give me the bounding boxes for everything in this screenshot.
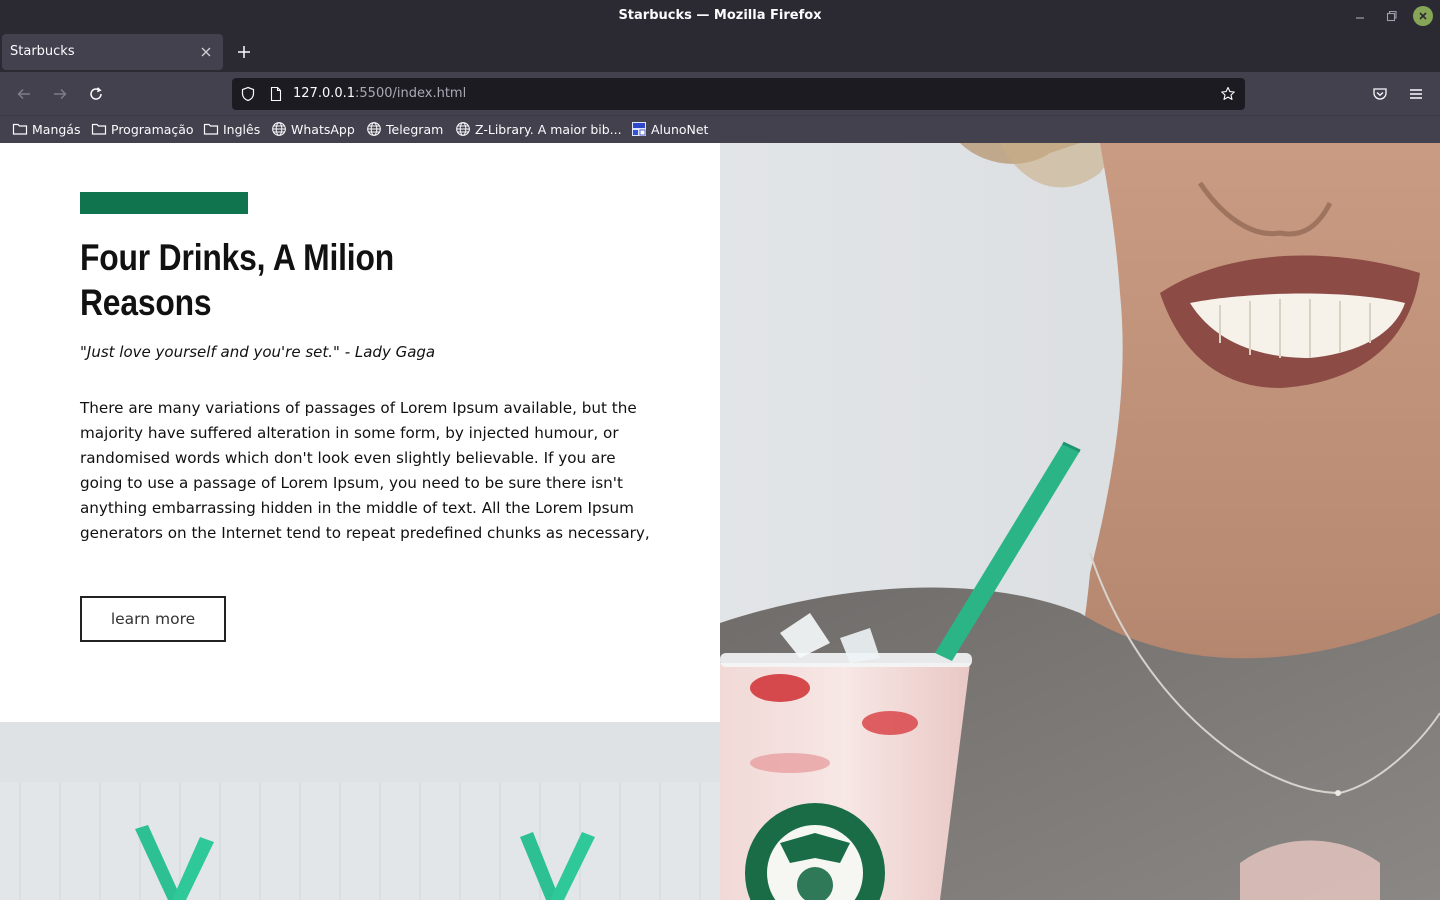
hero-photo-woman-drink xyxy=(720,143,1440,900)
pocket-button[interactable] xyxy=(1370,84,1390,104)
hero-quote: "Just love yourself and you're set." - L… xyxy=(80,343,436,361)
hero-headline: Four Drinks, A Milion Reasons xyxy=(80,235,424,325)
forward-button[interactable] xyxy=(50,84,70,104)
bookmark-star-icon[interactable] xyxy=(1220,86,1236,102)
hero-text-section: Four Drinks, A Milion Reasons "Just love… xyxy=(0,143,720,722)
plus-icon xyxy=(238,46,250,58)
url-path: :5500/index.html xyxy=(355,86,467,101)
shield-icon[interactable] xyxy=(240,86,256,102)
hamburger-menu-icon xyxy=(1410,89,1422,99)
bookmark-whatsapp[interactable]: WhatsApp xyxy=(271,116,355,142)
bookmark-label: Mangás xyxy=(32,121,81,137)
tab-label: Starbucks xyxy=(10,44,75,59)
alunonet-favicon xyxy=(632,122,646,136)
close-icon xyxy=(1419,12,1427,20)
folder-icon xyxy=(91,123,107,135)
bookmark-telegram[interactable]: Telegram xyxy=(366,116,443,142)
folder-icon xyxy=(203,123,219,135)
page-viewport: Four Drinks, A Milion Reasons "Just love… xyxy=(0,143,1440,900)
maximize-button[interactable] xyxy=(1381,6,1401,26)
close-circle xyxy=(1413,6,1433,26)
bookmark-label: Programação xyxy=(111,121,194,137)
reload-button[interactable] xyxy=(86,84,106,104)
url-host: 127.0.0.1 xyxy=(293,86,356,101)
back-arrow-icon xyxy=(17,88,30,100)
bookmark-label: AlunoNet xyxy=(651,121,709,137)
restore-icon xyxy=(1386,10,1397,22)
bookmark-label: WhatsApp xyxy=(291,121,355,137)
window-titlebar: Starbucks — Mozilla Firefox xyxy=(0,0,1440,32)
headline-line-2: Reasons xyxy=(80,282,212,323)
folder-icon xyxy=(12,123,28,135)
tab-starbucks[interactable]: Starbucks xyxy=(2,34,223,70)
accent-bar xyxy=(80,192,248,214)
drinks-photo xyxy=(0,722,720,900)
learn-more-button[interactable]: learn more xyxy=(80,596,226,642)
drinks-straws-illustration xyxy=(0,722,720,900)
window-title: Starbucks — Mozilla Firefox xyxy=(618,8,822,23)
new-tab-button[interactable] xyxy=(234,42,254,62)
bookmarks-toolbar: Mangás Programação Inglês WhatsApp Teleg… xyxy=(0,116,1440,143)
page-icon[interactable] xyxy=(268,86,284,102)
reload-icon xyxy=(90,87,102,100)
minimize-icon xyxy=(1356,17,1364,19)
bookmark-label: Telegram xyxy=(386,121,444,137)
bookmark-programacao[interactable]: Programação xyxy=(91,116,194,142)
close-icon xyxy=(201,47,211,57)
bookmark-zlibrary[interactable]: Z-Library. A maior bib... xyxy=(455,116,622,142)
bookmark-alunonet[interactable]: AlunoNet xyxy=(631,116,708,142)
bookmark-mangas[interactable]: Mangás xyxy=(12,116,80,142)
globe-icon xyxy=(456,122,470,136)
pocket-icon xyxy=(1373,88,1387,100)
woman-drink-illustration xyxy=(720,143,1440,900)
globe-icon xyxy=(367,122,381,136)
hero-body-text: There are many variations of passages of… xyxy=(80,399,650,542)
close-window-button[interactable] xyxy=(1413,6,1433,26)
minimize-button[interactable] xyxy=(1350,6,1370,26)
bookmark-ingles[interactable]: Inglês xyxy=(203,116,260,142)
bookmark-label: Z-Library. A maior bib... xyxy=(475,121,622,137)
bookmark-label: Inglês xyxy=(223,121,261,137)
url-bar[interactable]: 127.0.0.1:5500/index.html xyxy=(232,78,1245,110)
navigation-toolbar: 127.0.0.1:5500/index.html xyxy=(0,72,1440,116)
globe-icon xyxy=(272,122,286,136)
app-menu-button[interactable] xyxy=(1406,84,1426,104)
tab-strip: Starbucks xyxy=(0,32,1440,72)
url-text[interactable]: 127.0.0.1:5500/index.html xyxy=(293,78,466,110)
forward-arrow-icon xyxy=(54,88,67,100)
headline-line-1: Four Drinks, A Milion xyxy=(80,237,395,278)
back-button[interactable] xyxy=(14,84,34,104)
tab-close-button[interactable] xyxy=(198,44,214,60)
